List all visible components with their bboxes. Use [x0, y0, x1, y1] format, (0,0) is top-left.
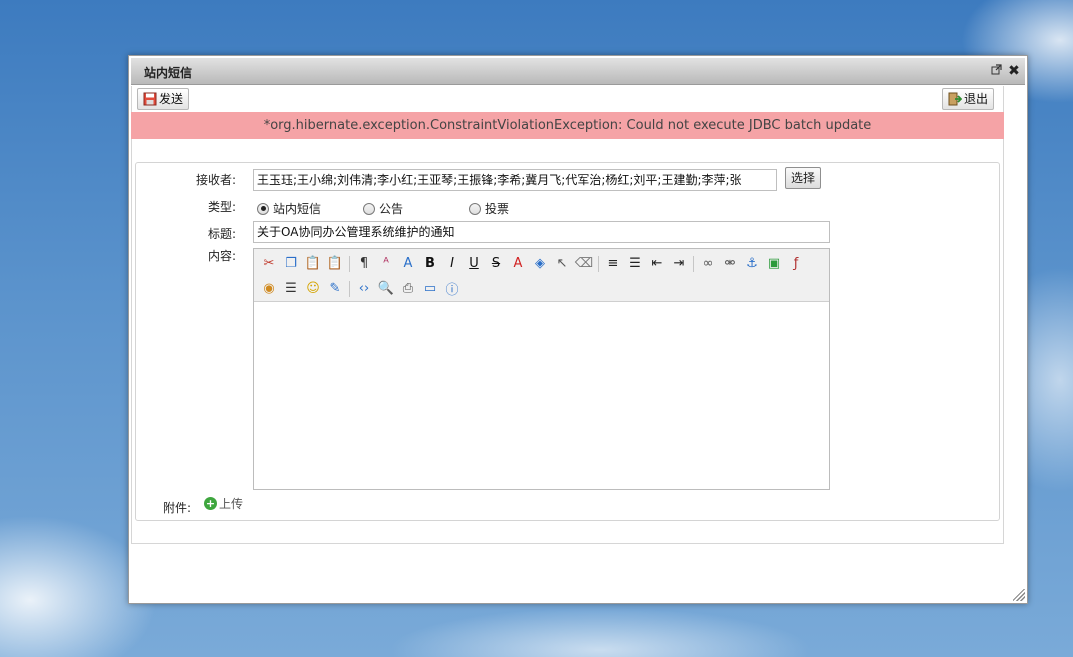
font-color-icon[interactable]: A: [507, 253, 529, 275]
bold-icon[interactable]: B: [419, 253, 441, 275]
type-option-label: 投票: [485, 202, 510, 216]
indent-icon[interactable]: ⇥: [668, 253, 690, 275]
image-icon[interactable]: ▣: [763, 253, 785, 275]
link-icon[interactable]: ∞: [697, 253, 719, 275]
source-icon[interactable]: ‹›: [353, 278, 375, 300]
font-size-icon[interactable]: A: [397, 253, 419, 275]
type-option-label: 站内短信: [273, 202, 322, 216]
toolbar-separator: [598, 255, 599, 272]
radio-checked-icon: [257, 202, 269, 215]
send-label: 发送: [159, 92, 184, 106]
preview-icon[interactable]: 🔍: [375, 278, 397, 300]
subject-field[interactable]: 关于OA协同办公管理系统维护的通知: [253, 221, 830, 243]
cut-icon[interactable]: ✂: [258, 253, 280, 275]
type-radio-message[interactable]: 站内短信: [257, 200, 321, 217]
type-option-label: 公告: [379, 202, 404, 216]
highlight-color-icon[interactable]: ◈: [529, 253, 551, 275]
print-icon[interactable]: ⎙: [397, 278, 419, 300]
paste-icon[interactable]: 📋: [302, 253, 324, 275]
content-label: 内容:: [207, 249, 236, 263]
underline-icon[interactable]: U: [463, 253, 485, 275]
radio-unchecked-icon: [363, 202, 375, 215]
upload-button[interactable]: + 上传: [204, 495, 243, 512]
send-button[interactable]: 发送: [137, 88, 190, 110]
toolbar-separator: [349, 255, 350, 272]
upload-label: 上传: [219, 497, 244, 511]
exit-icon: [948, 92, 963, 106]
unlink-icon[interactable]: ⚮: [719, 253, 741, 275]
editor-toolbar: ✂ ❐ 📋 📋 ¶ ᴬ A B I U S A ◈ ↖ ⌫ ≡ ☰ ⇤ ⇥ ∞ ⚮ ⚓ ▣ ƒ ◉ ☰ ☺ ✎ ‹› 🔍 ⎙ ▭ ⓘ: [254, 249, 829, 302]
add-icon: +: [204, 497, 217, 510]
resize-grip-icon[interactable]: [1013, 589, 1025, 601]
exit-button[interactable]: 退出: [942, 88, 995, 110]
dialog-titlebar[interactable]: 站内短信 ✖: [131, 58, 1025, 85]
editor-toolbar-row: ✂ ❐ 📋 📋 ¶ ᴬ A B I U S A ◈ ↖ ⌫ ≡ ☰ ⇤ ⇥ ∞ ⚮ ⚓ ▣ ƒ: [258, 251, 825, 276]
toolbar-separator: [693, 255, 694, 272]
font-name-icon[interactable]: ᴬ: [375, 253, 397, 275]
message-dialog: 站内短信 ✖ 发送 退出 *org.hibernate.exception.Co…: [128, 55, 1028, 604]
rich-text-editor: ✂ ❐ 📋 📋 ¶ ᴬ A B I U S A ◈ ↖ ⌫ ≡ ☰ ⇤ ⇥ ∞ ⚮ ⚓ ▣ ƒ ◉ ☰ ☺ ✎ ‹› 🔍 ⎙ ▭ ⓘ: [253, 248, 830, 490]
flash-icon[interactable]: ƒ: [785, 253, 807, 275]
outdent-icon[interactable]: ⇤: [646, 253, 668, 275]
about-icon[interactable]: ⓘ: [441, 278, 463, 300]
anchor-icon[interactable]: ⚓: [741, 253, 763, 275]
attachment-label: 附件:: [162, 501, 191, 515]
type-radio-notice[interactable]: 公告: [363, 200, 403, 217]
italic-icon[interactable]: I: [441, 253, 463, 275]
horizontal-rule-icon[interactable]: ☰: [280, 278, 302, 300]
popout-icon[interactable]: [989, 64, 1003, 78]
format-block-icon[interactable]: ¶: [353, 253, 375, 275]
media-icon[interactable]: ◉: [258, 278, 280, 300]
select-recipients-button[interactable]: 选择: [785, 167, 822, 189]
dialog-title: 站内短信: [144, 66, 193, 80]
error-message: *org.hibernate.exception.ConstraintViola…: [131, 112, 1004, 139]
save-icon: [143, 92, 157, 106]
recipients-label: 接收者:: [195, 173, 236, 187]
strikethrough-icon[interactable]: S: [485, 253, 507, 275]
remove-format-icon[interactable]: ⌫: [573, 253, 595, 275]
message-form: 接收者: 王玉珏;王小绵;刘伟清;李小红;王亚琴;王振锋;李希;冀月飞;代军治;…: [135, 162, 1000, 521]
type-radio-vote[interactable]: 投票: [469, 200, 509, 217]
close-icon[interactable]: ✖: [1007, 64, 1021, 78]
emoticon-icon[interactable]: ☺: [302, 278, 324, 300]
exit-label: 退出: [964, 92, 989, 106]
select-all-icon[interactable]: ↖: [551, 253, 573, 275]
subject-label: 标题:: [207, 227, 236, 241]
paste-text-icon[interactable]: 📋: [324, 253, 346, 275]
radio-unchecked-icon: [469, 202, 481, 215]
copy-icon[interactable]: ❐: [280, 253, 302, 275]
fullscreen-icon[interactable]: ▭: [419, 278, 441, 300]
type-label: 类型:: [207, 200, 236, 214]
list-icon[interactable]: ☰: [624, 253, 646, 275]
recipients-field[interactable]: 王玉珏;王小绵;刘伟清;李小红;王亚琴;王振锋;李希;冀月飞;代军治;杨红;刘平…: [253, 169, 777, 191]
editor-toolbar-row: ◉ ☰ ☺ ✎ ‹› 🔍 ⎙ ▭ ⓘ: [258, 276, 825, 301]
toolbar-separator: [349, 280, 350, 297]
align-icon[interactable]: ≡: [602, 253, 624, 275]
table-icon[interactable]: ✎: [324, 278, 346, 300]
editor-content-area[interactable]: [254, 302, 829, 489]
